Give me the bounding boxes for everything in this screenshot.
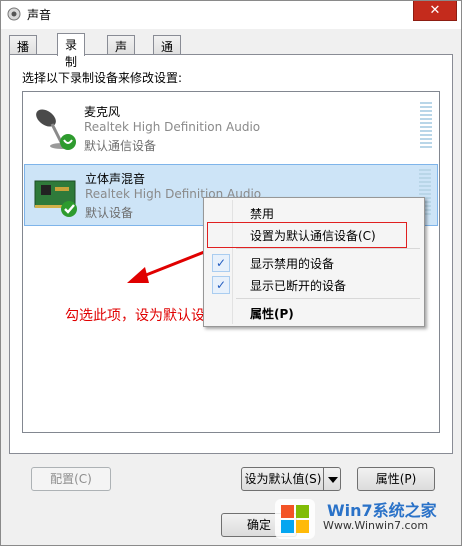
set-default-button[interactable]: 设为默认值(S) [241, 467, 325, 491]
level-meter [420, 102, 432, 150]
watermark-url: Www.Winwin7.com [323, 519, 429, 532]
instruction-label: 选择以下录制设备来修改设置: [22, 71, 183, 85]
device-status: 默认通信设备 [84, 139, 157, 153]
tab-communications[interactable]: 通信 [153, 35, 182, 71]
device-driver: Realtek High Definition Audio [84, 120, 261, 134]
configure-button[interactable]: 配置(C) [31, 467, 111, 491]
menu-item-show-disconnected[interactable]: ✓ 显示已断开的设备 [206, 274, 422, 296]
device-item-microphone[interactable]: 麦克风 Realtek High Definition Audio 默认通信设备 [24, 98, 438, 160]
tab-sounds[interactable]: 声音 [107, 35, 136, 71]
window-title: 声音 [27, 8, 52, 22]
device-name: 立体声混音 [85, 172, 146, 186]
context-menu: 禁用 设置为默认通信设备(C) ✓ 显示禁用的设备 ✓ 显示已断开的设备 属性(… [203, 197, 425, 327]
menu-separator [236, 298, 420, 299]
close-icon: ✕ [429, 3, 441, 18]
device-name: 麦克风 [84, 105, 121, 119]
menu-item-properties[interactable]: 属性(P) [206, 302, 422, 324]
sound-card-icon [34, 180, 77, 217]
microphone-icon [36, 109, 76, 150]
device-status: 默认设备 [85, 206, 134, 220]
title-bar: 声音 ✕ [1, 1, 461, 29]
checkmark-icon: ✓ [212, 254, 230, 272]
watermark-brand: Win7系统之家 [327, 501, 437, 520]
tab-playback[interactable]: 播放 [9, 35, 38, 71]
checkmark-icon: ✓ [212, 276, 230, 294]
menu-separator [236, 248, 420, 249]
menu-item-show-disabled[interactable]: ✓ 显示禁用的设备 [206, 252, 422, 274]
highlight-box [207, 222, 407, 248]
speaker-icon [7, 7, 21, 21]
tab-recording[interactable]: 录制 [57, 33, 86, 69]
annotation-text: 勾选此项，设为默认设备 [65, 308, 219, 324]
close-button[interactable]: ✕ [413, 1, 457, 21]
set-default-dropdown-icon[interactable] [323, 467, 341, 491]
properties-button[interactable]: 属性(P) [357, 467, 435, 491]
menu-item-disable[interactable]: 禁用 [206, 202, 422, 224]
sound-dialog: 声音 ✕ 播放 录制 声音 通信 选择以下录制设备来修改设置: 麦克风 Real… [0, 0, 462, 546]
